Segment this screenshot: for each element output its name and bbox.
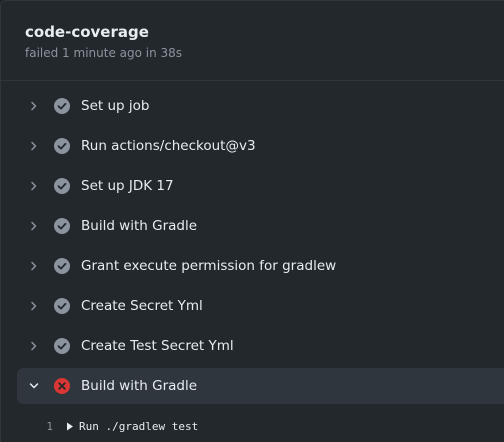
- step-row[interactable]: Set up job: [17, 88, 504, 124]
- job-title: code-coverage: [25, 23, 149, 41]
- chevron-right-icon: [27, 299, 41, 313]
- check-circle-icon: [54, 98, 70, 114]
- chevron-right-icon: [27, 139, 41, 153]
- step-label: Set up JDK 17: [81, 178, 174, 194]
- step-row[interactable]: Set up JDK 17: [17, 168, 504, 204]
- step-label: Build with Gradle: [81, 218, 198, 234]
- chevron-right-icon: [27, 179, 41, 193]
- x-circle-icon: [54, 378, 70, 394]
- step-row[interactable]: Build with Gradle: [17, 208, 504, 244]
- step-row[interactable]: Create Test Secret Yml: [17, 328, 504, 364]
- chevron-down-icon: [27, 379, 41, 393]
- check-circle-icon: [54, 178, 70, 194]
- caret-right-icon[interactable]: [65, 421, 75, 431]
- log-line[interactable]: 1 Run ./gradlew test: [1, 415, 504, 437]
- step-row[interactable]: Run actions/checkout@v3: [17, 128, 504, 164]
- step-row-expanded[interactable]: Build with Gradle: [17, 368, 504, 404]
- step-label: Create Test Secret Yml: [81, 338, 234, 354]
- log-line-number: 1: [46, 419, 53, 433]
- check-circle-icon: [54, 258, 70, 274]
- check-circle-icon: [54, 338, 70, 354]
- check-circle-icon: [54, 298, 70, 314]
- chevron-right-icon: [27, 99, 41, 113]
- job-panel: code-coverage failed 1 minute ago in 38s…: [0, 0, 504, 442]
- step-row[interactable]: Create Secret Yml: [17, 288, 504, 324]
- chevron-right-icon: [27, 339, 41, 353]
- step-row[interactable]: Grant execute permission for gradlew: [17, 248, 504, 284]
- check-circle-icon: [54, 218, 70, 234]
- steps-list: Set up job Run actions/checkout@v3 Set u…: [1, 81, 504, 404]
- log-line-text: Run ./gradlew test: [79, 419, 199, 433]
- step-label: Run actions/checkout@v3: [81, 138, 256, 154]
- job-status-text: failed 1 minute ago in 38s: [25, 46, 183, 60]
- step-label: Grant execute permission for gradlew: [81, 258, 337, 274]
- chevron-right-icon: [27, 219, 41, 233]
- step-label: Create Secret Yml: [81, 298, 203, 314]
- chevron-right-icon: [27, 259, 41, 273]
- step-label: Build with Gradle: [81, 378, 198, 394]
- step-label: Set up job: [81, 98, 150, 114]
- check-circle-icon: [54, 138, 70, 154]
- job-header: code-coverage failed 1 minute ago in 38s: [1, 1, 504, 81]
